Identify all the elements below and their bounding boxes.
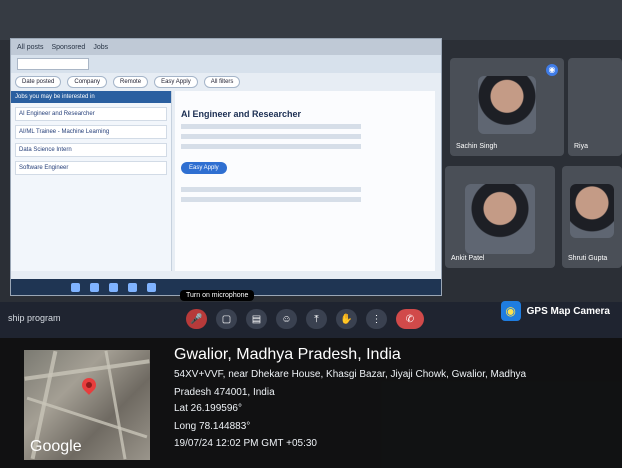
- address-line-1: 54XV+VVF, near Dhekare House, Khasgi Baz…: [174, 369, 527, 380]
- laptop-bezel-top: [0, 0, 622, 40]
- raise-hand-button[interactable]: ✋: [336, 309, 357, 329]
- jobs-list-pane: Jobs you may be interested in AI Enginee…: [11, 91, 172, 271]
- job-detail-line: [181, 124, 361, 129]
- mail-icon[interactable]: [128, 282, 137, 292]
- job-detail-pane: AI Engineer and Researcher Easy Apply: [175, 91, 435, 271]
- address-line-2: Pradesh 474001, India: [174, 387, 275, 398]
- participant-video: [570, 184, 614, 238]
- meeting-title: ship program: [8, 313, 61, 323]
- job-detail-line: [181, 197, 361, 202]
- easy-apply-button[interactable]: Easy Apply: [181, 162, 227, 174]
- job-item-2[interactable]: AI/ML Trainee - Machine Learning: [15, 125, 167, 139]
- location-pin-icon: [79, 375, 99, 395]
- participant-name: Sachin Singh: [456, 143, 498, 150]
- microphone-button[interactable]: 🎤: [186, 309, 207, 329]
- gps-app-icon: ◉: [500, 301, 521, 321]
- captions-button[interactable]: ▤: [246, 309, 267, 329]
- job-detail-line: [181, 134, 361, 139]
- job-item-3[interactable]: Data Science Intern: [15, 143, 167, 157]
- folder-icon[interactable]: [109, 282, 118, 292]
- participant-video: [465, 184, 535, 254]
- mini-map: Google: [24, 350, 150, 460]
- participant-name: Ankit Patel: [451, 255, 485, 262]
- filter-easy-apply[interactable]: Easy Apply: [154, 76, 198, 88]
- tab-jobs[interactable]: Jobs: [93, 44, 108, 51]
- filter-date-posted[interactable]: Date posted: [15, 76, 62, 88]
- participant-name: Riya: [574, 143, 589, 150]
- shared-screen: All posts Sponsored Jobs Date posted Com…: [10, 38, 442, 296]
- participant-tile-1[interactable]: ◉ Sachin Singh: [450, 58, 564, 156]
- location-city: Gwalior, Madhya Pradesh, India: [174, 346, 401, 363]
- google-logo: Google: [30, 438, 82, 455]
- search-input[interactable]: [17, 58, 89, 70]
- participant-video: [478, 76, 536, 134]
- participant-name: Shruti Gupta: [568, 255, 608, 262]
- participant-tile-3[interactable]: Shruti Gupta: [562, 166, 622, 268]
- control-group: 🎤 ▢ ▤ ☺ ⤒ ✋ ⋮ ✆: [186, 309, 424, 329]
- gps-app-name: GPS Map Camera: [526, 305, 610, 317]
- job-detail-title: AI Engineer and Researcher: [181, 109, 302, 119]
- location-stamp: Google Gwalior, Madhya Pradesh, India 54…: [0, 338, 622, 468]
- location-address: 54XV+VVF, near Dhekare House, Khasgi Baz…: [174, 366, 604, 402]
- search-bar: [11, 55, 441, 73]
- browser-icon[interactable]: [90, 282, 99, 292]
- tab-sponsored[interactable]: Sponsored: [51, 44, 85, 51]
- emoji-button[interactable]: ☺: [276, 309, 297, 329]
- speaking-icon: ◉: [546, 64, 558, 76]
- photo-frame: All posts Sponsored Jobs Date posted Com…: [0, 0, 622, 468]
- gps-map-camera-badge: ◉ GPS Map Camera: [500, 301, 610, 321]
- latitude: Lat 26.199596°: [174, 403, 242, 414]
- end-call-button[interactable]: ✆: [396, 309, 424, 329]
- longitude: Long 78.144883°: [174, 421, 251, 432]
- camera-button[interactable]: ▢: [216, 309, 237, 329]
- microphone-tooltip: Turn on microphone: [180, 290, 255, 301]
- datetime-stamp: 19/07/24 12:02 PM GMT +05:30: [174, 438, 317, 449]
- participant-tile-2[interactable]: Ankit Patel: [445, 166, 555, 268]
- filter-remote[interactable]: Remote: [113, 76, 149, 88]
- start-icon[interactable]: [71, 282, 80, 292]
- filter-all-filters[interactable]: All filters: [203, 76, 241, 88]
- job-detail-line: [181, 187, 361, 192]
- browser-tabs: All posts Sponsored Jobs: [11, 39, 441, 55]
- tab-all-posts[interactable]: All posts: [17, 44, 43, 51]
- participant-tile-4[interactable]: Riya: [568, 58, 622, 156]
- map-road: [26, 396, 148, 439]
- jobs-list-header: Jobs you may be interested in: [11, 91, 171, 103]
- job-item-1[interactable]: AI Engineer and Researcher: [15, 107, 167, 121]
- more-options-button[interactable]: ⋮: [366, 309, 387, 329]
- meet-icon[interactable]: [147, 282, 156, 292]
- filter-row: Date posted Company Remote Easy Apply Al…: [11, 73, 441, 91]
- present-button[interactable]: ⤒: [306, 309, 327, 329]
- filter-company[interactable]: Company: [67, 76, 108, 88]
- job-detail-line: [181, 144, 361, 149]
- job-item-4[interactable]: Software Engineer: [15, 161, 167, 175]
